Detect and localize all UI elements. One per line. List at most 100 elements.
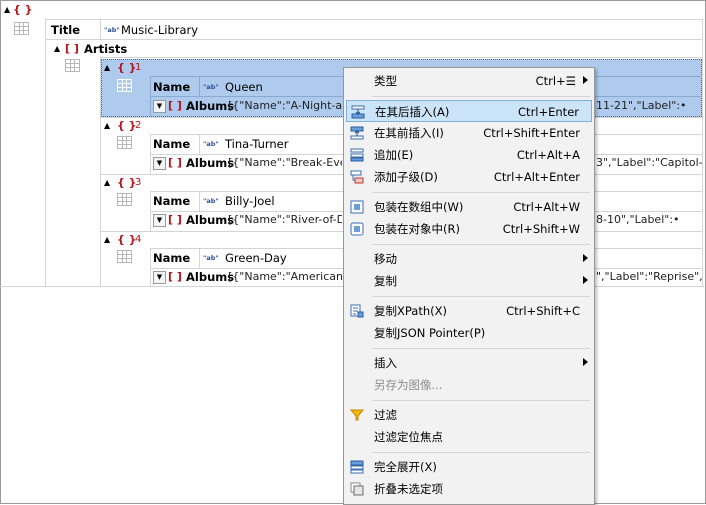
menu-item-collapse-unselected[interactable]: 折叠未选定项 [346,478,592,500]
albums-key: Albums [186,270,235,284]
insert-before-icon [350,126,364,140]
string-type-icon: "ab" [203,197,219,205]
collapse-triangle-icon[interactable]: ▲ [104,63,110,73]
menu-item-label: 过滤 [374,408,397,422]
dropdown-arrow-icon[interactable]: ▼ [153,271,166,284]
table-view-icon[interactable] [117,79,132,92]
add-child-icon [350,170,364,184]
menu-item-label: 折叠未选定项 [374,482,443,496]
menu-item-label: 过滤定位焦点 [374,430,443,444]
menu-item-label: 复制JSON Pointer(P) [374,326,486,340]
grid-line [199,248,200,268]
wrap-object-icon [350,222,364,236]
string-type-icon: "ab" [203,254,219,262]
title-value[interactable]: Music-Library [121,23,198,37]
submenu-arrow-icon [583,358,588,366]
insert-after-icon [351,105,365,119]
albums-json-value-tail[interactable]: 3","Label":"Capitol-• [596,156,702,170]
menu-item-shortcut: Ctrl+Alt+Enter [493,170,580,184]
root-object-brace: { } [13,3,33,16]
albums-json-value-tail[interactable]: 11-21","Label":• [596,99,700,113]
menu-separator [372,400,590,401]
object-brace-icon: { } [117,61,137,74]
name-value[interactable]: Queen [225,80,263,94]
submenu-arrow-icon [583,276,588,284]
menu-item-wrap-array[interactable]: 包装在数组中(W) Ctrl+Alt+W [346,196,592,218]
menu-item-add-child[interactable]: 添加子级(D) Ctrl+Alt+Enter [346,166,592,188]
menu-item-expand-all[interactable]: 完全展开(X) [346,456,592,478]
albums-json-value-tail[interactable]: ","Label":"Reprise",• [596,270,702,284]
grid-line [150,248,151,286]
grid-line [100,19,101,40]
collapse-triangle-icon[interactable]: ▲ [104,178,110,188]
name-value[interactable]: Tina-Turner [225,137,288,151]
array-bracket-icon: [ ] [168,99,182,112]
menu-item-label: 插入 [374,356,397,370]
collapse-triangle-icon[interactable]: ▲ [104,235,110,245]
menu-item-insert-before[interactable]: 在其前插入(I) Ctrl+Shift+Enter [346,122,592,144]
albums-key: Albums [186,213,235,227]
wrap-array-icon [350,200,364,214]
collapse-unselected-icon [350,482,364,496]
menu-item-filter[interactable]: 过滤 [346,404,592,426]
menu-item-save-as-image: 另存为图像... [346,374,592,396]
menu-item-shortcut: Ctrl+Alt+W [513,200,580,214]
menu-item-shortcut: Ctrl+Alt+A [516,148,580,162]
name-key: Name [153,194,191,208]
table-view-icon[interactable] [117,193,132,206]
dropdown-arrow-icon[interactable]: ▼ [153,100,166,113]
albums-json-value[interactable]: [{"Name":"A-Night-at [228,99,342,113]
menu-separator [372,244,590,245]
menu-item-insert[interactable]: 插入 [346,352,592,374]
context-menu: 类型 Ctrl+☰ 在其后插入(A) Ctrl+Enter 在其前插入(I) C… [343,67,595,505]
menu-item-label: 移动 [374,252,397,266]
filter-icon [349,408,365,422]
collapse-triangle-icon[interactable]: ▲ [104,121,110,131]
array-bracket-icon: [ ] [168,213,182,226]
name-value[interactable]: Billy-Joel [225,194,275,208]
dropdown-arrow-icon[interactable]: ▼ [153,214,166,227]
table-view-icon[interactable] [14,22,29,35]
item-index: 3 [135,177,142,188]
grid-line [45,19,703,20]
grid-line [199,134,200,154]
menu-item-shortcut: Ctrl+Shift+C [506,304,580,318]
albums-json-value[interactable]: [{"Name":"American [228,270,342,284]
menu-item-shortcut: Ctrl+Enter [518,105,579,119]
collapse-triangle-icon[interactable]: ▲ [54,44,60,54]
string-type-icon: "ab" [104,26,120,34]
albums-json-value[interactable]: [{"Name":"River-of-D [228,213,342,227]
menu-item-type[interactable]: 类型 Ctrl+☰ [346,70,592,92]
grid-line [100,57,703,58]
menu-separator [372,296,590,297]
menu-item-append[interactable]: 追加(E) Ctrl+Alt+A [346,144,592,166]
object-brace-icon: { } [117,119,137,132]
copy-xpath-icon [350,304,364,318]
menu-item-move[interactable]: 移动 [346,248,592,270]
menu-item-insert-after[interactable]: 在其后插入(A) Ctrl+Enter [346,100,592,122]
object-brace-icon: { } [117,233,137,246]
item-index: 1 [135,62,142,73]
table-view-icon[interactable] [117,250,132,263]
menu-item-filter-focus[interactable]: 过滤定位焦点 [346,426,592,448]
name-key: Name [153,251,191,265]
menu-item-copy-json-pointer[interactable]: 复制JSON Pointer(P) [346,322,592,344]
array-bracket-icon: [ ] [168,156,182,169]
name-value[interactable]: Green-Day [225,251,287,265]
collapse-triangle-icon[interactable]: ▲ [4,5,10,15]
name-key: Name [153,137,191,151]
albums-json-value[interactable]: [{"Name":"Break-Ever [228,156,342,170]
table-view-icon[interactable] [117,136,132,149]
menu-item-copy[interactable]: 复制 [346,270,592,292]
grid-line [45,19,46,286]
item-index: 2 [135,120,142,131]
menu-item-label: 添加子级(D) [374,170,438,184]
table-view-icon[interactable] [65,59,80,72]
albums-json-value-tail[interactable]: 8-10","Label":• [596,213,702,227]
menu-item-wrap-object[interactable]: 包装在对象中(R) Ctrl+Shift+W [346,218,592,240]
menu-item-copy-xpath[interactable]: 复制XPath(X) Ctrl+Shift+C [346,300,592,322]
menu-item-shortcut: Ctrl+Shift+W [502,222,580,236]
dropdown-arrow-icon[interactable]: ▼ [153,157,166,170]
menu-item-label: 完全展开(X) [374,460,437,474]
string-type-icon: "ab" [203,83,219,91]
